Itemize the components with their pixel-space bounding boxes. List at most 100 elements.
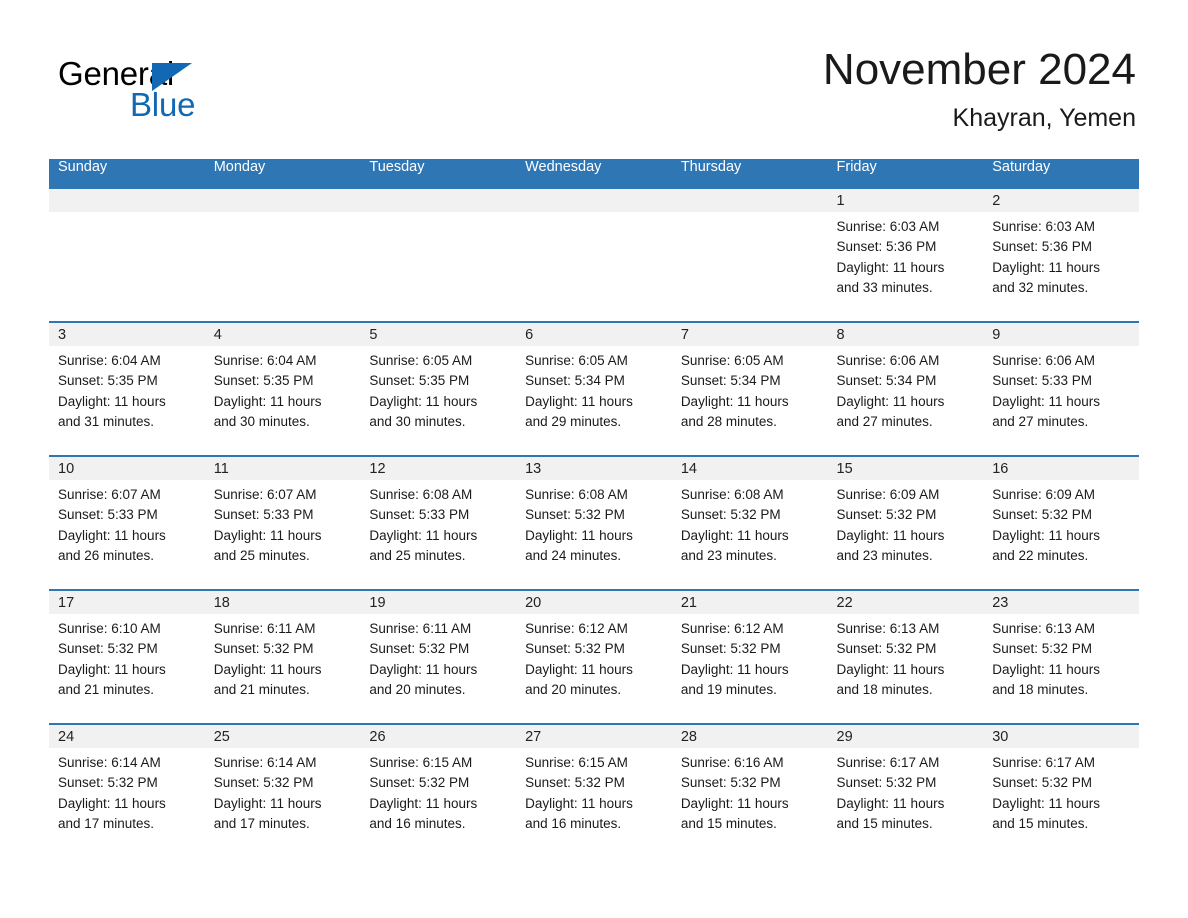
sunset-text: Sunset: 5:32 PM [525, 641, 625, 657]
calendar-day-cell[interactable]: 25 Sunrise: 6:14 AM Sunset: 5:32 PM Dayligh… [204, 723, 361, 858]
title-block: November 2024 Khayran, Yemen [823, 44, 1136, 134]
day-cell-inner: 24 Sunrise: 6:14 AM Sunset: 5:32 PM Dayligh… [49, 725, 205, 857]
daylight-text-line2: and 16 minutes. [525, 815, 622, 831]
day-cell-inner [671, 189, 828, 321]
calendar-day-cell[interactable]: 13 Sunrise: 6:08 AM Sunset: 5:32 PM Dayligh… [516, 455, 672, 590]
calendar-day-cell[interactable]: 20 Sunrise: 6:12 AM Sunset: 5:32 PM Dayligh… [516, 589, 672, 724]
sunset-text: Sunset: 5:34 PM [836, 373, 937, 389]
sunrise-text: Sunrise: 6:06 AM [992, 353, 1096, 368]
day-cell-inner: 19 Sunrise: 6:11 AM Sunset: 5:32 PM Dayligh… [360, 591, 517, 723]
weekday-header-tuesday: Tuesday [360, 159, 517, 188]
calendar-day-cell[interactable]: 30 Sunrise: 6:17 AM Sunset: 5:32 PM Dayligh… [983, 723, 1139, 858]
daylight-text-line2: and 23 minutes. [680, 547, 777, 563]
calendar-day-cell[interactable]: 10 Sunrise: 6:07 AM Sunset: 5:33 PM Dayligh… [49, 455, 205, 590]
calendar-day-cell[interactable]: 2 Sunrise: 6:03 AM Sunset: 5:36 PM Daylight… [983, 187, 1139, 322]
calendar-day-cell[interactable]: 17 Sunrise: 6:10 AM Sunset: 5:32 PM Dayligh… [49, 589, 205, 724]
calendar-day-cell[interactable]: 14 Sunrise: 6:08 AM Sunset: 5:32 PM Dayligh… [671, 455, 828, 590]
calendar-day-cell[interactable]: 8 Sunrise: 6:06 AM Sunset: 5:34 PM Daylight… [827, 321, 984, 456]
day-details: Sunrise: 6:15 AM Sunset: 5:32 PM Daylight:… [516, 748, 672, 834]
day-cell-inner: 13 Sunrise: 6:08 AM Sunset: 5:32 PM Dayligh… [516, 457, 672, 589]
calendar-day-cell[interactable]: 3 Sunrise: 6:04 AM Sunset: 5:35 PM Daylight… [49, 321, 205, 456]
day-details: Sunrise: 6:08 AM Sunset: 5:32 PM Daylight:… [672, 480, 828, 566]
sunset-text: Sunset: 5:32 PM [836, 507, 937, 523]
calendar-day-cell[interactable]: 21 Sunrise: 6:12 AM Sunset: 5:32 PM Dayligh… [671, 589, 828, 724]
sunrise-text: Sunrise: 6:10 AM [58, 621, 161, 636]
sunset-text: Sunset: 5:34 PM [525, 373, 625, 389]
day-cell-inner: 22 Sunrise: 6:13 AM Sunset: 5:32 PM Dayligh… [827, 591, 984, 723]
day-number: 23 [983, 591, 1139, 614]
day-cell-inner: 29 Sunrise: 6:17 AM Sunset: 5:32 PM Dayligh… [827, 725, 984, 857]
calendar-day-cell[interactable]: 4 Sunrise: 6:04 AM Sunset: 5:35 PM Daylight… [204, 321, 361, 456]
daylight-text-line2: and 30 minutes. [369, 413, 466, 429]
day-number: 27 [516, 725, 672, 748]
day-cell-inner: 23 Sunrise: 6:13 AM Sunset: 5:32 PM Dayligh… [983, 591, 1139, 723]
daylight-text-line2: and 31 minutes. [58, 413, 155, 429]
day-cell-inner: 1 Sunrise: 6:03 AM Sunset: 5:36 PM Daylight… [827, 189, 984, 321]
sunset-text: Sunset: 5:32 PM [992, 775, 1093, 791]
day-number: 4 [204, 323, 361, 346]
daylight-text-line1: Daylight: 11 hours [680, 661, 789, 677]
sunset-text: Sunset: 5:32 PM [992, 641, 1093, 657]
day-cell-inner: 20 Sunrise: 6:12 AM Sunset: 5:32 PM Dayligh… [516, 591, 672, 723]
daylight-text-line1: Daylight: 11 hours [525, 661, 633, 677]
calendar-week-row: 24 Sunrise: 6:14 AM Sunset: 5:32 PM Dayligh… [49, 723, 1139, 858]
calendar-day-cell[interactable]: 9 Sunrise: 6:06 AM Sunset: 5:33 PM Daylight… [983, 321, 1139, 456]
daylight-text-line1: Daylight: 11 hours [525, 795, 633, 811]
calendar-day-cell[interactable]: 27 Sunrise: 6:15 AM Sunset: 5:32 PM Dayligh… [516, 723, 672, 858]
calendar-day-cell[interactable]: 7 Sunrise: 6:05 AM Sunset: 5:34 PM Daylight… [671, 321, 828, 456]
day-details: Sunrise: 6:03 AM Sunset: 5:36 PM Daylight:… [828, 212, 984, 298]
weekday-header-wednesday: Wednesday [516, 159, 672, 188]
daylight-text-line2: and 27 minutes. [836, 413, 933, 429]
calendar-day-cell[interactable]: 1 Sunrise: 6:03 AM Sunset: 5:36 PM Daylight… [827, 187, 984, 322]
daylight-text-line2: and 30 minutes. [213, 413, 310, 429]
day-cell-inner: 17 Sunrise: 6:10 AM Sunset: 5:32 PM Dayligh… [49, 591, 205, 723]
daylight-text-line1: Daylight: 11 hours [836, 259, 945, 275]
daylight-text-line1: Daylight: 11 hours [525, 393, 633, 409]
daylight-text-line2: and 18 minutes. [836, 681, 933, 697]
sunrise-text: Sunrise: 6:07 AM [213, 487, 317, 502]
daylight-text-line2: and 32 minutes. [992, 279, 1089, 295]
calendar-day-cell[interactable]: 29 Sunrise: 6:17 AM Sunset: 5:32 PM Dayligh… [827, 723, 984, 858]
calendar-day-cell[interactable]: 26 Sunrise: 6:15 AM Sunset: 5:32 PM Dayligh… [360, 723, 517, 858]
daylight-text-line1: Daylight: 11 hours [369, 393, 478, 409]
daylight-text-line1: Daylight: 11 hours [525, 527, 633, 543]
calendar-day-cell[interactable]: 5 Sunrise: 6:05 AM Sunset: 5:35 PM Daylight… [360, 321, 517, 456]
day-number [204, 189, 361, 212]
weekday-header-saturday: Saturday [983, 159, 1139, 188]
day-details: Sunrise: 6:09 AM Sunset: 5:32 PM Daylight:… [828, 480, 984, 566]
sunrise-text: Sunrise: 6:13 AM [992, 621, 1096, 636]
sunrise-text: Sunrise: 6:07 AM [58, 487, 161, 502]
daylight-text-line1: Daylight: 11 hours [836, 393, 945, 409]
day-cell-inner: 16 Sunrise: 6:09 AM Sunset: 5:32 PM Dayligh… [983, 457, 1139, 589]
sunset-text: Sunset: 5:34 PM [680, 373, 781, 389]
day-number: 14 [671, 457, 828, 480]
calendar-day-cell[interactable]: 18 Sunrise: 6:11 AM Sunset: 5:32 PM Dayligh… [204, 589, 361, 724]
calendar-day-cell[interactable]: 6 Sunrise: 6:05 AM Sunset: 5:34 PM Daylight… [516, 321, 672, 456]
weekday-header-friday: Friday [827, 159, 984, 188]
day-details: Sunrise: 6:05 AM Sunset: 5:34 PM Daylight:… [672, 346, 828, 432]
day-cell-inner: 6 Sunrise: 6:05 AM Sunset: 5:34 PM Daylight… [516, 323, 672, 455]
sunset-text: Sunset: 5:36 PM [836, 239, 937, 255]
daylight-text-line1: Daylight: 11 hours [213, 393, 322, 409]
page-title: November 2024 [822, 45, 1136, 94]
calendar-day-cell[interactable]: 12 Sunrise: 6:08 AM Sunset: 5:33 PM Dayligh… [360, 455, 517, 590]
day-cell-inner [49, 189, 205, 321]
calendar-day-cell[interactable]: 11 Sunrise: 6:07 AM Sunset: 5:33 PM Dayligh… [204, 455, 361, 590]
sunset-text: Sunset: 5:32 PM [836, 641, 937, 657]
calendar-day-cell[interactable]: 24 Sunrise: 6:14 AM Sunset: 5:32 PM Dayligh… [49, 723, 205, 858]
calendar-day-cell[interactable]: 28 Sunrise: 6:16 AM Sunset: 5:32 PM Dayligh… [671, 723, 828, 858]
calendar-day-cell[interactable]: 16 Sunrise: 6:09 AM Sunset: 5:32 PM Dayligh… [983, 455, 1139, 590]
calendar-day-cell-empty [360, 187, 517, 322]
sunset-text: Sunset: 5:32 PM [525, 775, 625, 791]
day-details: Sunrise: 6:04 AM Sunset: 5:35 PM Daylight:… [49, 346, 205, 432]
general-blue-logo[interactable]: General Blue [58, 55, 278, 127]
sunset-text: Sunset: 5:32 PM [680, 641, 781, 657]
daylight-text-line2: and 27 minutes. [992, 413, 1089, 429]
calendar-day-cell[interactable]: 23 Sunrise: 6:13 AM Sunset: 5:32 PM Dayligh… [983, 589, 1139, 724]
day-details: Sunrise: 6:04 AM Sunset: 5:35 PM Daylight:… [205, 346, 361, 432]
day-number: 7 [671, 323, 828, 346]
calendar-day-cell[interactable]: 15 Sunrise: 6:09 AM Sunset: 5:32 PM Dayligh… [827, 455, 984, 590]
day-number: 5 [360, 323, 517, 346]
calendar-day-cell[interactable]: 22 Sunrise: 6:13 AM Sunset: 5:32 PM Dayligh… [827, 589, 984, 724]
calendar-day-cell[interactable]: 19 Sunrise: 6:11 AM Sunset: 5:32 PM Dayligh… [360, 589, 517, 724]
